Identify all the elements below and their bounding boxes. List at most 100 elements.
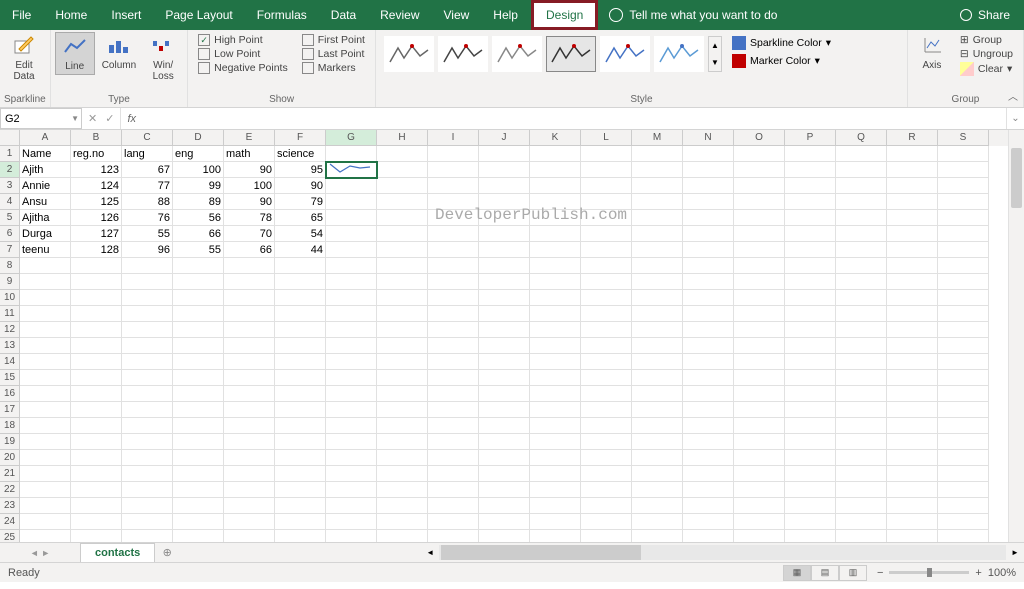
- cell-R4[interactable]: [887, 194, 938, 210]
- zoom-in-button[interactable]: +: [975, 567, 981, 579]
- cell-E15[interactable]: [224, 370, 275, 386]
- row-header-23[interactable]: 23: [0, 498, 20, 514]
- cell-N20[interactable]: [683, 450, 734, 466]
- cell-S14[interactable]: [938, 354, 989, 370]
- cell-D22[interactable]: [173, 482, 224, 498]
- cell-P10[interactable]: [785, 290, 836, 306]
- cell-C19[interactable]: [122, 434, 173, 450]
- cell-M6[interactable]: [632, 226, 683, 242]
- tab-help[interactable]: Help: [481, 0, 530, 30]
- cell-J23[interactable]: [479, 498, 530, 514]
- zoom-out-button[interactable]: −: [877, 567, 883, 579]
- cell-N18[interactable]: [683, 418, 734, 434]
- cell-P19[interactable]: [785, 434, 836, 450]
- cell-I21[interactable]: [428, 466, 479, 482]
- cell-N10[interactable]: [683, 290, 734, 306]
- cell-C23[interactable]: [122, 498, 173, 514]
- cell-K22[interactable]: [530, 482, 581, 498]
- cell-B12[interactable]: [71, 322, 122, 338]
- cell-H25[interactable]: [377, 530, 428, 542]
- fx-label[interactable]: fx: [121, 108, 142, 129]
- cell-M17[interactable]: [632, 402, 683, 418]
- cell-P6[interactable]: [785, 226, 836, 242]
- column-header-L[interactable]: L: [581, 130, 632, 146]
- cell-B19[interactable]: [71, 434, 122, 450]
- cell-F5[interactable]: 65: [275, 210, 326, 226]
- cell-O7[interactable]: [734, 242, 785, 258]
- cell-K1[interactable]: [530, 146, 581, 162]
- cell-S25[interactable]: [938, 530, 989, 542]
- cell-G7[interactable]: [326, 242, 377, 258]
- cell-C10[interactable]: [122, 290, 173, 306]
- cell-E10[interactable]: [224, 290, 275, 306]
- cell-A21[interactable]: [20, 466, 71, 482]
- cell-B6[interactable]: 127: [71, 226, 122, 242]
- cell-L22[interactable]: [581, 482, 632, 498]
- cell-G12[interactable]: [326, 322, 377, 338]
- cell-D4[interactable]: 89: [173, 194, 224, 210]
- tab-review[interactable]: Review: [368, 0, 431, 30]
- cell-R10[interactable]: [887, 290, 938, 306]
- cell-F20[interactable]: [275, 450, 326, 466]
- cell-E5[interactable]: 78: [224, 210, 275, 226]
- cell-B15[interactable]: [71, 370, 122, 386]
- cell-R12[interactable]: [887, 322, 938, 338]
- cell-D23[interactable]: [173, 498, 224, 514]
- cell-A19[interactable]: [20, 434, 71, 450]
- cell-R16[interactable]: [887, 386, 938, 402]
- cell-S4[interactable]: [938, 194, 989, 210]
- cell-E3[interactable]: 100: [224, 178, 275, 194]
- cell-F7[interactable]: 44: [275, 242, 326, 258]
- cell-G2[interactable]: [326, 162, 377, 178]
- cell-K18[interactable]: [530, 418, 581, 434]
- cell-B7[interactable]: 128: [71, 242, 122, 258]
- cell-Q18[interactable]: [836, 418, 887, 434]
- cell-J25[interactable]: [479, 530, 530, 542]
- column-header-A[interactable]: A: [20, 130, 71, 146]
- horizontal-scrollbar[interactable]: ◄ ►: [439, 545, 1006, 560]
- cell-Q13[interactable]: [836, 338, 887, 354]
- cell-F9[interactable]: [275, 274, 326, 290]
- cell-E25[interactable]: [224, 530, 275, 542]
- column-header-P[interactable]: P: [785, 130, 836, 146]
- cell-Q5[interactable]: [836, 210, 887, 226]
- cell-S6[interactable]: [938, 226, 989, 242]
- cell-N8[interactable]: [683, 258, 734, 274]
- edit-data-button[interactable]: Edit Data: [4, 32, 44, 84]
- share-button[interactable]: Share: [946, 0, 1024, 30]
- cell-J7[interactable]: [479, 242, 530, 258]
- cell-S8[interactable]: [938, 258, 989, 274]
- cell-G6[interactable]: [326, 226, 377, 242]
- cell-B16[interactable]: [71, 386, 122, 402]
- cell-E9[interactable]: [224, 274, 275, 290]
- cell-H7[interactable]: [377, 242, 428, 258]
- cell-A23[interactable]: [20, 498, 71, 514]
- cell-B20[interactable]: [71, 450, 122, 466]
- cell-K20[interactable]: [530, 450, 581, 466]
- cell-D15[interactable]: [173, 370, 224, 386]
- cell-N6[interactable]: [683, 226, 734, 242]
- cell-N15[interactable]: [683, 370, 734, 386]
- column-header-R[interactable]: R: [887, 130, 938, 146]
- cell-A5[interactable]: Ajitha: [20, 210, 71, 226]
- cell-N19[interactable]: [683, 434, 734, 450]
- cell-M2[interactable]: [632, 162, 683, 178]
- style-gallery-more[interactable]: ▲▼: [708, 36, 722, 72]
- cell-C17[interactable]: [122, 402, 173, 418]
- cell-M25[interactable]: [632, 530, 683, 542]
- cell-A10[interactable]: [20, 290, 71, 306]
- cell-C20[interactable]: [122, 450, 173, 466]
- cell-K23[interactable]: [530, 498, 581, 514]
- check-first-point[interactable]: First Point: [302, 34, 365, 46]
- cell-G1[interactable]: [326, 146, 377, 162]
- cell-M14[interactable]: [632, 354, 683, 370]
- cell-Q21[interactable]: [836, 466, 887, 482]
- check-last-point[interactable]: Last Point: [302, 48, 365, 60]
- cell-Q23[interactable]: [836, 498, 887, 514]
- tab-data[interactable]: Data: [319, 0, 368, 30]
- cell-L14[interactable]: [581, 354, 632, 370]
- cell-E19[interactable]: [224, 434, 275, 450]
- cell-F24[interactable]: [275, 514, 326, 530]
- cell-D11[interactable]: [173, 306, 224, 322]
- scrollbar-thumb[interactable]: [1011, 148, 1022, 208]
